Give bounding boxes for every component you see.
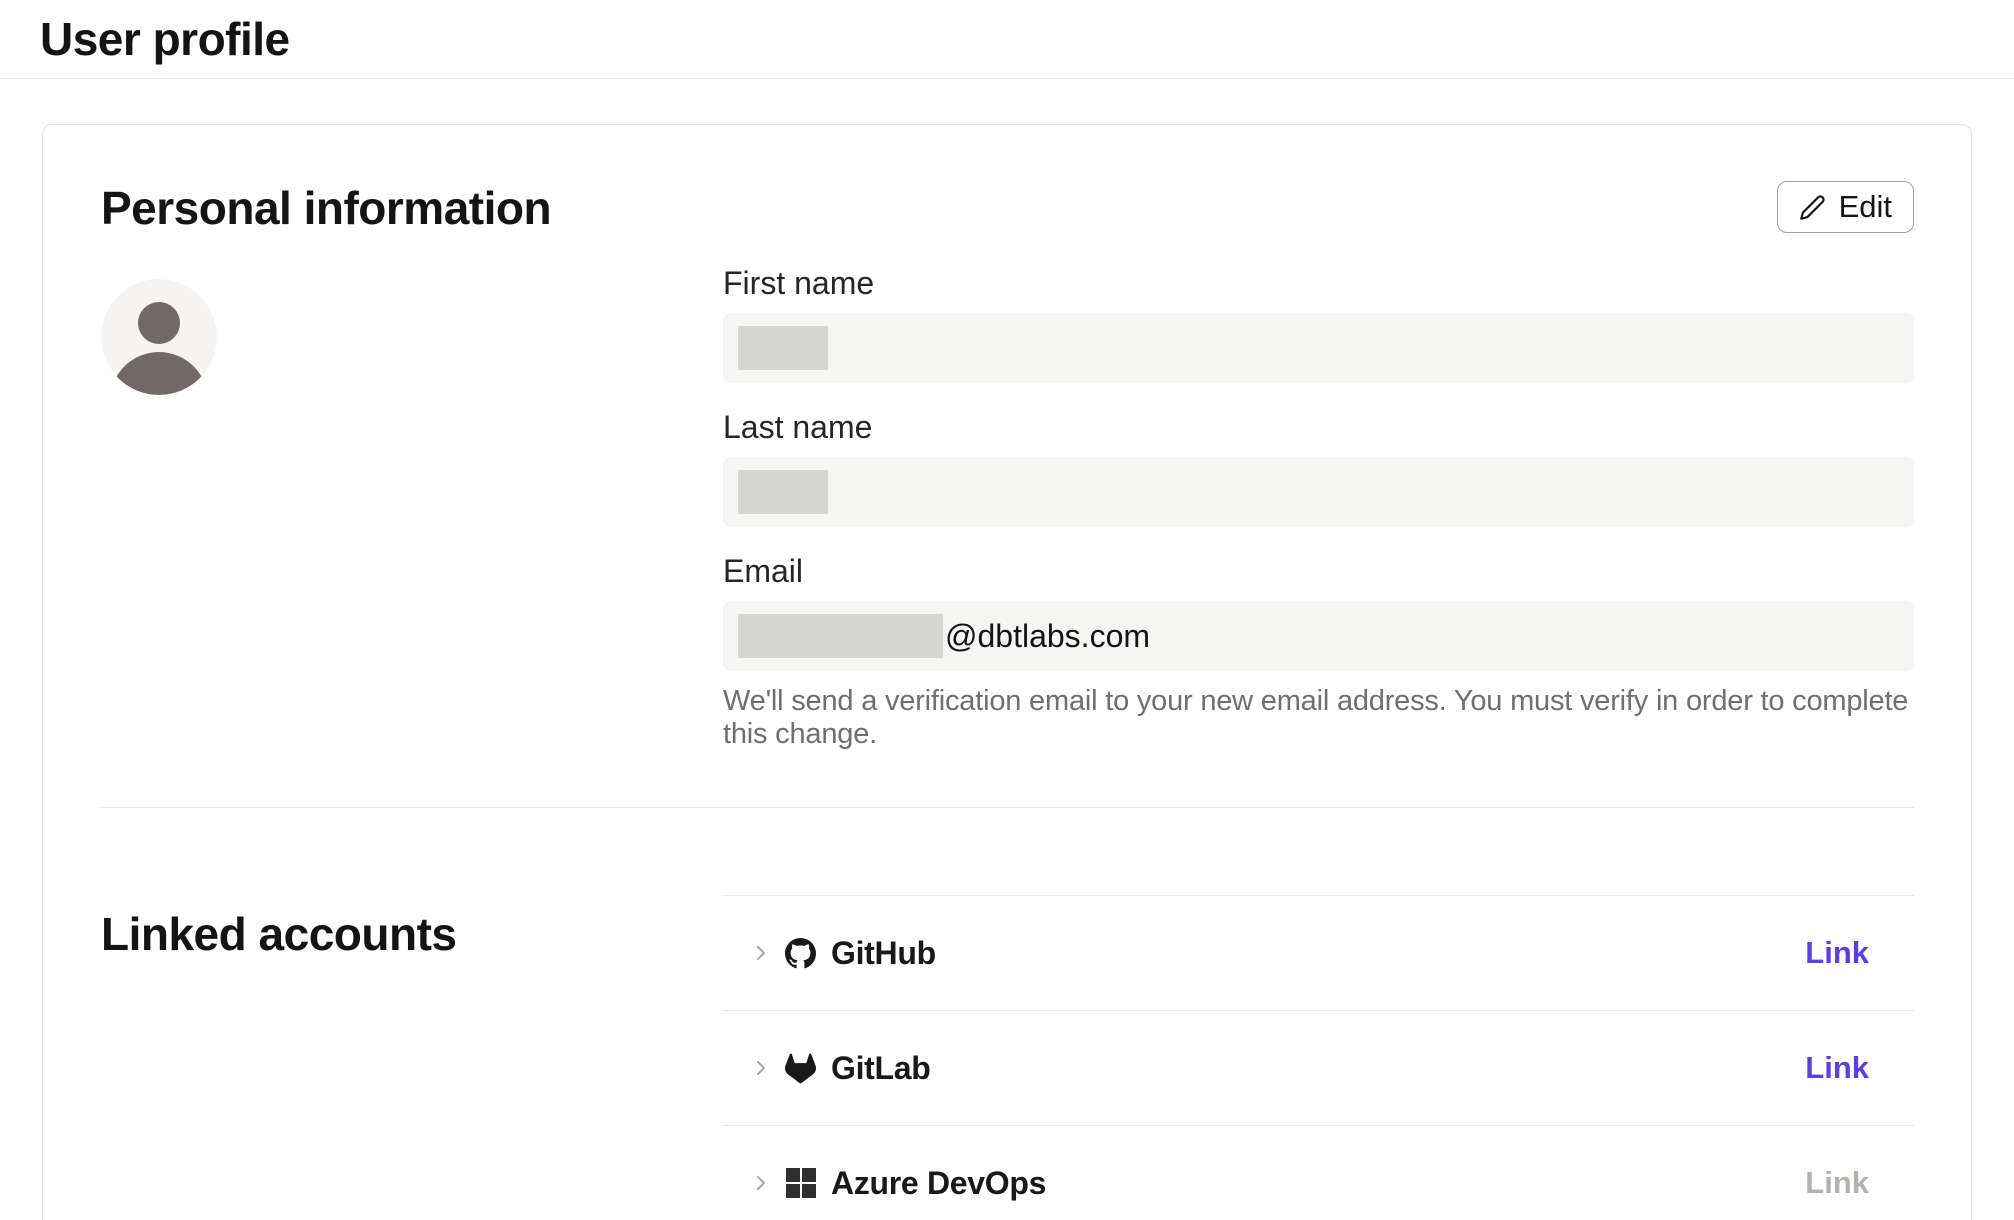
personal-info-header: Personal information Edit: [101, 181, 1914, 235]
redacted-email-local-part: [738, 614, 943, 658]
email-field: @dbtlabs.com: [723, 601, 1914, 671]
gitlab-link-action[interactable]: Link: [1805, 1050, 1869, 1086]
account-row-gitlab[interactable]: GitLab Link: [723, 1011, 1914, 1126]
account-row-azure-devops[interactable]: Azure DevOps Link: [723, 1126, 1914, 1220]
page-title: User profile: [40, 12, 290, 66]
email-helper-text: We'll send a verification email to your …: [723, 685, 1914, 751]
linked-accounts-list: GitHub Link GitLab Link: [723, 895, 1914, 1220]
provider-name: GitHub: [831, 935, 936, 972]
chevron-right-icon[interactable]: [749, 1171, 773, 1195]
azure-devops-link-action: Link: [1805, 1165, 1869, 1201]
last-name-label: Last name: [723, 409, 1914, 446]
personal-info-title: Personal information: [101, 181, 551, 235]
chevron-right-icon[interactable]: [749, 941, 773, 965]
account-row-github[interactable]: GitHub Link: [723, 896, 1914, 1011]
edit-button[interactable]: Edit: [1777, 181, 1914, 233]
first-name-label: First name: [723, 265, 1914, 302]
pencil-icon: [1799, 194, 1826, 221]
provider-name: GitLab: [831, 1050, 931, 1087]
redacted-last-name: [738, 470, 828, 514]
linked-accounts-title: Linked accounts: [101, 895, 723, 1220]
profile-card: Personal information Edit: [42, 124, 1972, 1220]
avatar-column: [101, 265, 723, 751]
personal-info-fields: First name Last name Email @dbtlabs.: [723, 265, 1914, 751]
first-name-field: [723, 313, 1914, 383]
provider-name: Azure DevOps: [831, 1165, 1046, 1202]
main-content: Personal information Edit: [0, 79, 2014, 1220]
email-domain-text: @dbtlabs.com: [945, 618, 1150, 655]
last-name-field: [723, 457, 1914, 527]
edit-button-label: Edit: [1839, 189, 1892, 225]
linked-accounts-section: Linked accounts GitHub Link: [101, 895, 1914, 1220]
azure-devops-icon: [785, 1168, 816, 1199]
personal-info-body: First name Last name Email @dbtlabs.: [101, 265, 1914, 751]
github-link-action[interactable]: Link: [1805, 935, 1869, 971]
page-header: User profile: [0, 0, 2014, 79]
avatar: [101, 279, 217, 395]
github-icon: [785, 938, 816, 969]
email-group: Email @dbtlabs.com We'll send a verifica…: [723, 553, 1914, 751]
email-label: Email: [723, 553, 1914, 590]
last-name-group: Last name: [723, 409, 1914, 527]
first-name-group: First name: [723, 265, 1914, 383]
gitlab-icon: [785, 1053, 816, 1084]
chevron-right-icon[interactable]: [749, 1056, 773, 1080]
redacted-first-name: [738, 326, 828, 370]
section-divider: [101, 807, 1914, 808]
